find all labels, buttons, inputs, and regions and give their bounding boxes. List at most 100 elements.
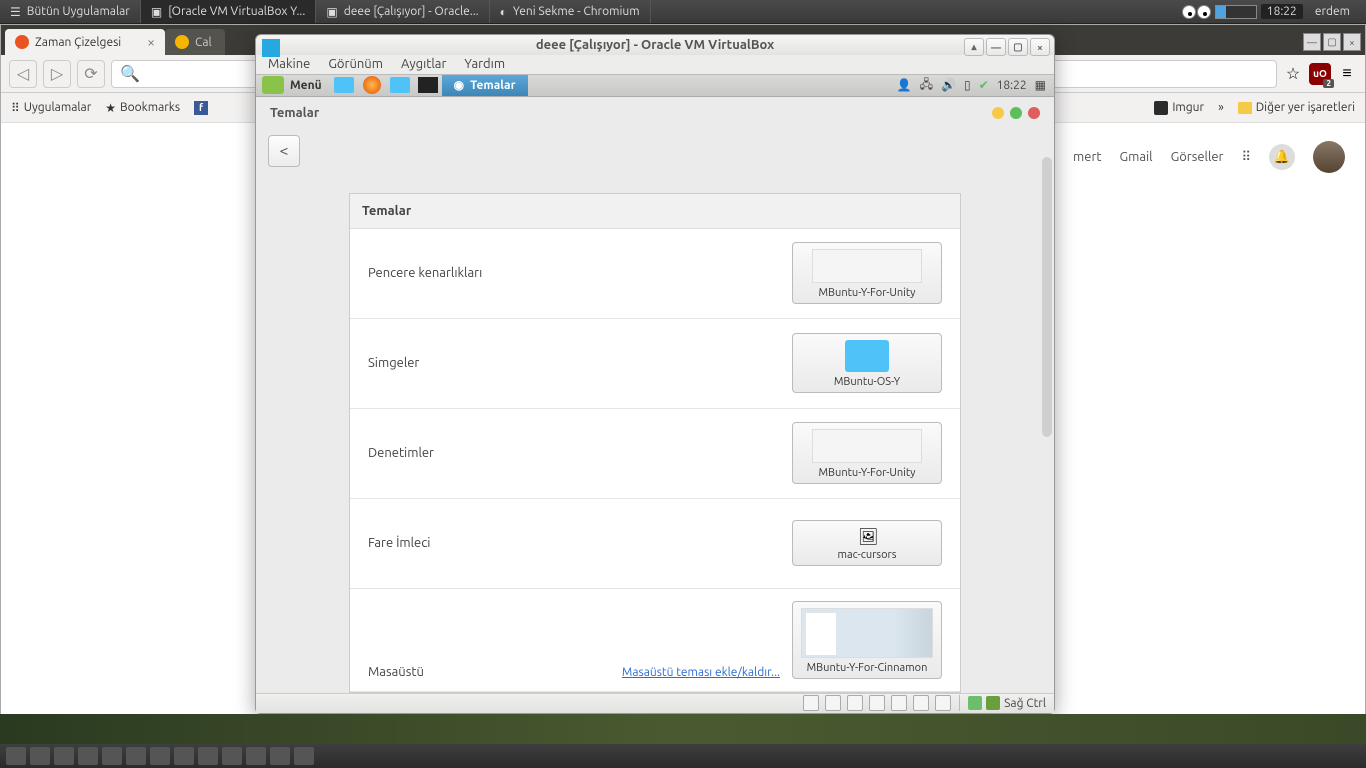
guest-task-themes[interactable]: ◉ Temalar (442, 75, 528, 96)
vbox-up-button[interactable]: ▴ (964, 38, 984, 56)
shared-folder-icon[interactable] (869, 695, 885, 711)
chip-desktop[interactable]: MBuntu-Y-For-Cinnamon (792, 601, 942, 679)
vbox-maximize-button[interactable]: ▢ (1008, 38, 1028, 56)
recording-icon[interactable] (913, 695, 929, 711)
folder-icon (1238, 102, 1252, 114)
keyboard-icon (968, 696, 982, 710)
chip-controls[interactable]: MBuntu-Y-For-Unity (792, 422, 942, 484)
gmail-link[interactable]: Gmail (1119, 150, 1152, 164)
other-bookmarks[interactable]: Diğer yer işaretleri (1238, 101, 1355, 114)
host-clock[interactable]: 18:22 (1261, 4, 1303, 19)
dock-item[interactable] (294, 747, 314, 765)
fb-bookmark[interactable]: f (194, 101, 208, 115)
dock-item[interactable] (150, 747, 170, 765)
host-task-vbox-vm[interactable]: ▣deee [Çalışıyor] - Oracle... (316, 0, 489, 23)
back-button[interactable]: < (268, 135, 300, 167)
forward-button[interactable]: ▷ (43, 60, 71, 88)
network-icon[interactable]: 🖧 (920, 75, 933, 96)
back-button[interactable]: ◁ (9, 60, 37, 88)
menu-icon[interactable]: ≡ (1337, 64, 1357, 84)
usb-icon[interactable] (847, 695, 863, 711)
dock-item[interactable] (54, 747, 74, 765)
google-apps-icon[interactable]: ⠿ (1241, 150, 1251, 165)
firefox-launcher[interactable] (360, 76, 384, 94)
battery-icon[interactable]: ▯ (964, 78, 971, 92)
host-task-chromium[interactable]: ◐Yeni Sekme - Chromium (490, 0, 651, 23)
window-traffic-lights (992, 107, 1040, 119)
overflow-button[interactable]: » (1218, 101, 1224, 114)
row-desktop: Masaüstü Masaüstü teması ekle/kaldır... … (350, 589, 960, 692)
dock-item[interactable] (78, 747, 98, 765)
workspace-icon[interactable]: ▦ (1035, 78, 1046, 92)
bookmarks-folder[interactable]: ★Bookmarks (105, 101, 180, 115)
user-icon[interactable]: 👤 (897, 78, 912, 92)
minimize-dot[interactable] (992, 107, 1004, 119)
menu-aygitlar[interactable]: Aygıtlar (401, 57, 446, 71)
chip-window-borders[interactable]: MBuntu-Y-For-Unity (792, 242, 942, 304)
avatar[interactable] (1313, 141, 1345, 173)
vbox-close-button[interactable]: × (1030, 38, 1050, 56)
ublock-icon[interactable]: uO2 (1309, 63, 1331, 85)
close-icon[interactable]: × (147, 34, 155, 50)
dock-item[interactable] (222, 747, 242, 765)
hdd-icon[interactable] (803, 695, 819, 711)
star-icon[interactable]: ☆ (1283, 64, 1303, 84)
guest-clock[interactable]: 18:22 (997, 79, 1027, 92)
tab-cal[interactable]: Cal (165, 29, 225, 55)
mint-menu-icon[interactable] (262, 76, 284, 94)
dock-item[interactable] (102, 747, 122, 765)
google-link[interactable]: mert (1073, 150, 1101, 164)
guest-top-panel: Menü ◉ Temalar 👤 🖧 🔊 ▯ ✔ 18:22 ▦ (256, 74, 1054, 97)
host-top-panel: ☰Bütün Uygulamalar ▣[Oracle VM VirtualBo… (0, 0, 1366, 24)
maximize-dot[interactable] (1010, 107, 1022, 119)
apps-bookmark[interactable]: ⠿Uygulamalar (11, 101, 91, 115)
dock-item[interactable] (6, 747, 26, 765)
close-button[interactable]: × (1343, 33, 1361, 51)
minimize-button[interactable]: — (1303, 33, 1321, 51)
host-bottom-panel (0, 744, 1366, 768)
close-dot[interactable] (1028, 107, 1040, 119)
vbox-titlebar[interactable]: deee [Çalışıyor] - Oracle VM VirtualBox … (256, 35, 1054, 55)
host-task-vbox-mgr[interactable]: ▣[Oracle VM VirtualBox Y... (141, 0, 316, 23)
dock-item[interactable] (30, 747, 50, 765)
chip-icons[interactable]: MBuntu-OS-Y (792, 333, 942, 393)
vbox-window-controls: ▴ — ▢ × (964, 38, 1050, 56)
tab-timeline[interactable]: Zaman Çizelgesi × (5, 29, 165, 55)
files2-launcher[interactable] (388, 76, 412, 94)
vbox-minimize-button[interactable]: — (986, 38, 1006, 56)
dock-item[interactable] (174, 747, 194, 765)
dock-item[interactable] (126, 747, 146, 765)
dock-item[interactable] (198, 747, 218, 765)
guest-menu-button[interactable]: Menü (288, 79, 330, 92)
menu-yardim[interactable]: Yardım (464, 57, 505, 71)
facebook-icon: f (194, 101, 208, 115)
ubuntu-icon (15, 35, 29, 49)
themes-titlebar[interactable]: Temalar (256, 97, 1054, 129)
host-user[interactable]: erdem (1307, 5, 1358, 18)
files-launcher[interactable] (332, 76, 356, 94)
host-key-indicator: Sağ Ctrl (968, 696, 1046, 710)
display-icon[interactable] (891, 695, 907, 711)
imgur-bookmark[interactable]: Imgur (1154, 101, 1204, 115)
menu-gorunum[interactable]: Görünüm (328, 57, 383, 71)
scrollbar[interactable] (1042, 157, 1052, 437)
battery-icon (1215, 5, 1257, 19)
reload-button[interactable]: ⟳ (77, 60, 105, 88)
terminal-launcher[interactable] (416, 76, 440, 94)
notifications-icon[interactable]: 🔔 (1269, 144, 1295, 170)
cpu-icon[interactable] (935, 695, 951, 711)
add-remove-theme-link[interactable]: Masaüstü teması ekle/kaldır... (622, 666, 780, 679)
row-cursor: Fare İmleci 🖼 mac-cursors (350, 499, 960, 589)
maximize-button[interactable]: ▢ (1323, 33, 1341, 51)
host-tray: 18:22 erdem (1174, 4, 1366, 19)
cd-icon[interactable] (825, 695, 841, 711)
sound-icon[interactable]: 🔊 (941, 78, 956, 92)
chip-cursor[interactable]: 🖼 mac-cursors (792, 520, 942, 566)
imgur-icon (1154, 101, 1168, 115)
host-task-apps[interactable]: ☰Bütün Uygulamalar (0, 0, 141, 23)
shield-icon[interactable]: ✔ (979, 78, 989, 92)
images-link[interactable]: Görseller (1171, 150, 1224, 164)
dock-item[interactable] (246, 747, 266, 765)
dock-item[interactable] (270, 747, 290, 765)
menu-makine[interactable]: Makine (268, 57, 310, 71)
